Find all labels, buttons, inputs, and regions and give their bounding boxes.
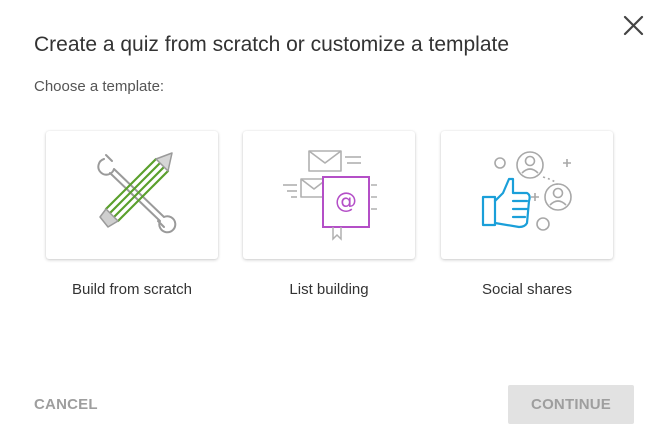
- svg-text:@: @: [335, 189, 357, 214]
- cancel-button[interactable]: CANCEL: [34, 396, 98, 413]
- continue-button[interactable]: CONTINUE: [508, 385, 634, 424]
- dialog-title: Create a quiz from scratch or customize …: [34, 33, 510, 56]
- thumbs-up-people-icon: [481, 151, 572, 231]
- template-card-build-from-scratch[interactable]: [46, 131, 218, 259]
- template-card-social-shares[interactable]: [441, 131, 613, 259]
- template-label-list-building: List building: [289, 281, 369, 298]
- template-card-list-building[interactable]: @: [243, 131, 415, 259]
- email-address-book-icon: @: [283, 150, 377, 241]
- choose-template-label: Choose a template:: [34, 78, 165, 95]
- template-label-build-from-scratch: Build from scratch: [71, 281, 193, 298]
- close-icon: [623, 15, 644, 36]
- create-quiz-dialog: Create a quiz from scratch or customize …: [0, 0, 659, 439]
- template-label-social-shares: Social shares: [481, 281, 573, 298]
- wrench-pencil-icon: [97, 152, 177, 234]
- close-button[interactable]: [620, 12, 648, 40]
